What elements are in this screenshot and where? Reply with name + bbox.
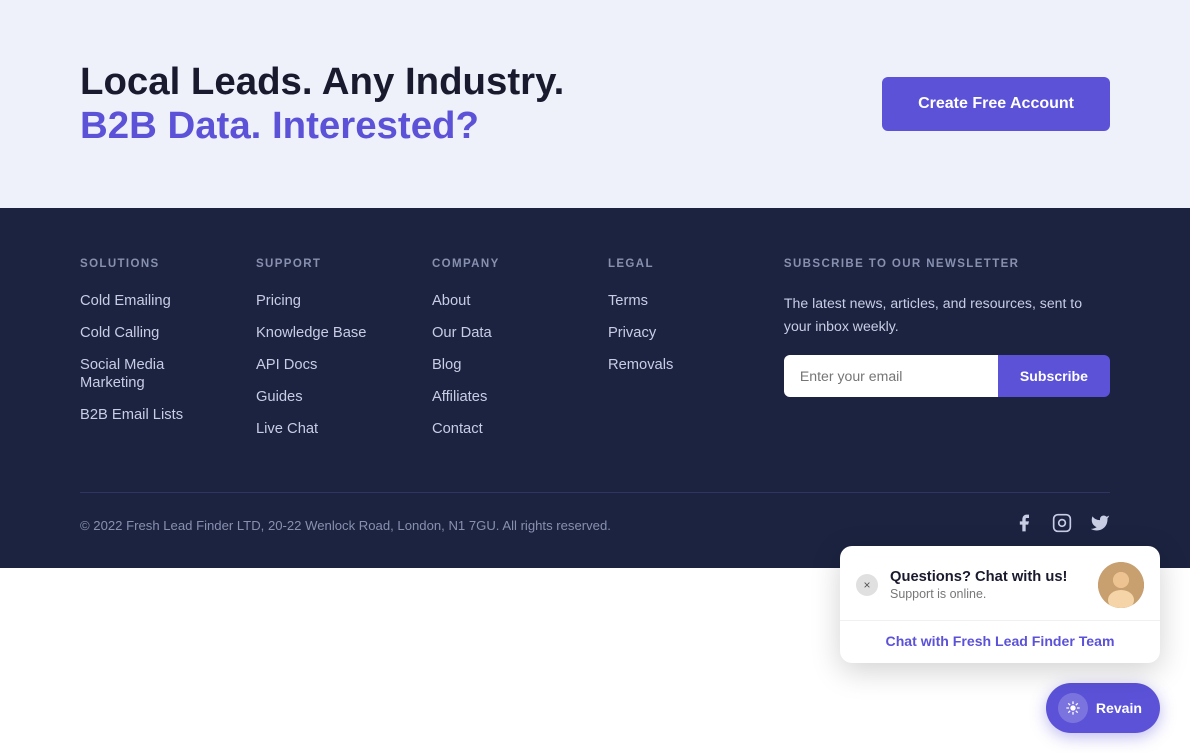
twitter-icon[interactable] — [1090, 513, 1110, 538]
footer-col-newsletter: Subscribe To Our Newsletter The latest n… — [784, 258, 1110, 452]
footer-legal-list: Terms Privacy Removals — [608, 292, 754, 374]
footer-link-cold-emailing[interactable]: Cold Emailing — [80, 293, 171, 309]
footer-link-guides[interactable]: Guides — [256, 389, 303, 405]
list-item: Removals — [608, 356, 754, 374]
footer-link-api-docs[interactable]: API Docs — [256, 357, 317, 373]
footer-copyright: © 2022 Fresh Lead Finder LTD, 20-22 Wenl… — [80, 518, 611, 533]
footer-company-list: About Our Data Blog Affiliates Contact — [432, 292, 578, 438]
newsletter-email-input[interactable] — [784, 355, 998, 397]
instagram-icon[interactable] — [1052, 513, 1072, 538]
footer-link-our-data[interactable]: Our Data — [432, 325, 492, 341]
footer-solutions-list: Cold Emailing Cold Calling Social Media … — [80, 292, 226, 424]
footer-link-privacy[interactable]: Privacy — [608, 325, 656, 341]
footer-columns: Solutions Cold Emailing Cold Calling Soc… — [80, 258, 1110, 492]
chat-team-link[interactable]: Chat with Fresh Lead Finder Team — [886, 633, 1115, 649]
newsletter-form: Subscribe — [784, 355, 1110, 397]
footer: Solutions Cold Emailing Cold Calling Soc… — [0, 208, 1190, 568]
facebook-icon[interactable] — [1014, 513, 1034, 538]
social-icons-group — [1014, 513, 1110, 538]
list-item: B2B Email Lists — [80, 406, 226, 424]
list-item: Pricing — [256, 292, 402, 310]
footer-link-blog[interactable]: Blog — [432, 357, 461, 373]
footer-col-solutions: Solutions Cold Emailing Cold Calling Soc… — [80, 258, 226, 452]
footer-col-company: Company About Our Data Blog Affiliates C… — [432, 258, 578, 452]
chat-status: Support is online. — [890, 587, 1086, 601]
footer-newsletter-heading: Subscribe To Our Newsletter — [784, 258, 1110, 270]
list-item: About — [432, 292, 578, 310]
footer-link-live-chat[interactable]: Live Chat — [256, 421, 318, 437]
revain-icon — [1058, 693, 1088, 723]
footer-link-removals[interactable]: Removals — [608, 357, 673, 373]
footer-col-support: Support Pricing Knowledge Base API Docs … — [256, 258, 402, 452]
cta-text-block: Local Leads. Any Industry. B2B Data. Int… — [80, 60, 564, 148]
footer-solutions-heading: Solutions — [80, 258, 226, 270]
revain-label: Revain — [1096, 700, 1142, 716]
list-item: Terms — [608, 292, 754, 310]
footer-legal-heading: Legal — [608, 258, 754, 270]
list-item: Our Data — [432, 324, 578, 342]
footer-link-about[interactable]: About — [432, 293, 470, 309]
list-item: Privacy — [608, 324, 754, 342]
chat-close-button[interactable]: × — [856, 574, 878, 596]
list-item: Guides — [256, 388, 402, 406]
avatar-image — [1098, 562, 1144, 608]
footer-link-contact[interactable]: Contact — [432, 421, 483, 437]
chat-title: Questions? Chat with us! — [890, 569, 1086, 585]
chat-text-block: Questions? Chat with us! Support is onli… — [890, 569, 1086, 601]
footer-company-heading: Company — [432, 258, 578, 270]
chat-popup-header: × Questions? Chat with us! Support is on… — [840, 546, 1160, 620]
footer-link-b2b-email[interactable]: B2B Email Lists — [80, 407, 183, 423]
cta-headline-line1: Local Leads. Any Industry. — [80, 60, 564, 104]
newsletter-subscribe-button[interactable]: Subscribe — [998, 355, 1110, 397]
footer-link-cold-calling[interactable]: Cold Calling — [80, 325, 159, 341]
avatar — [1098, 562, 1144, 608]
list-item: Knowledge Base — [256, 324, 402, 342]
footer-link-terms[interactable]: Terms — [608, 293, 648, 309]
footer-link-affiliates[interactable]: Affiliates — [432, 389, 487, 405]
list-item: Blog — [432, 356, 578, 374]
footer-bottom: © 2022 Fresh Lead Finder LTD, 20-22 Wenl… — [80, 492, 1110, 538]
list-item: Cold Emailing — [80, 292, 226, 310]
chat-popup: × Questions? Chat with us! Support is on… — [840, 546, 1160, 663]
newsletter-description: The latest news, articles, and resources… — [784, 292, 1110, 337]
list-item: Contact — [432, 420, 578, 438]
footer-support-heading: Support — [256, 258, 402, 270]
list-item: Social Media Marketing — [80, 356, 226, 392]
footer-link-knowledge-base[interactable]: Knowledge Base — [256, 325, 366, 341]
list-item: Affiliates — [432, 388, 578, 406]
footer-link-social-media[interactable]: Social Media Marketing — [80, 357, 164, 391]
cta-headline-line2: B2B Data. Interested? — [80, 104, 564, 148]
list-item: API Docs — [256, 356, 402, 374]
list-item: Live Chat — [256, 420, 402, 438]
cta-banner: Local Leads. Any Industry. B2B Data. Int… — [0, 0, 1190, 208]
footer-support-list: Pricing Knowledge Base API Docs Guides L… — [256, 292, 402, 438]
chat-link-row: Chat with Fresh Lead Finder Team — [840, 620, 1160, 663]
create-account-button[interactable]: Create Free Account — [882, 77, 1110, 131]
revain-widget[interactable]: Revain — [1046, 683, 1160, 733]
footer-col-legal: Legal Terms Privacy Removals — [608, 258, 754, 452]
cta-headline: Local Leads. Any Industry. B2B Data. Int… — [80, 60, 564, 148]
list-item: Cold Calling — [80, 324, 226, 342]
footer-link-pricing[interactable]: Pricing — [256, 293, 301, 309]
